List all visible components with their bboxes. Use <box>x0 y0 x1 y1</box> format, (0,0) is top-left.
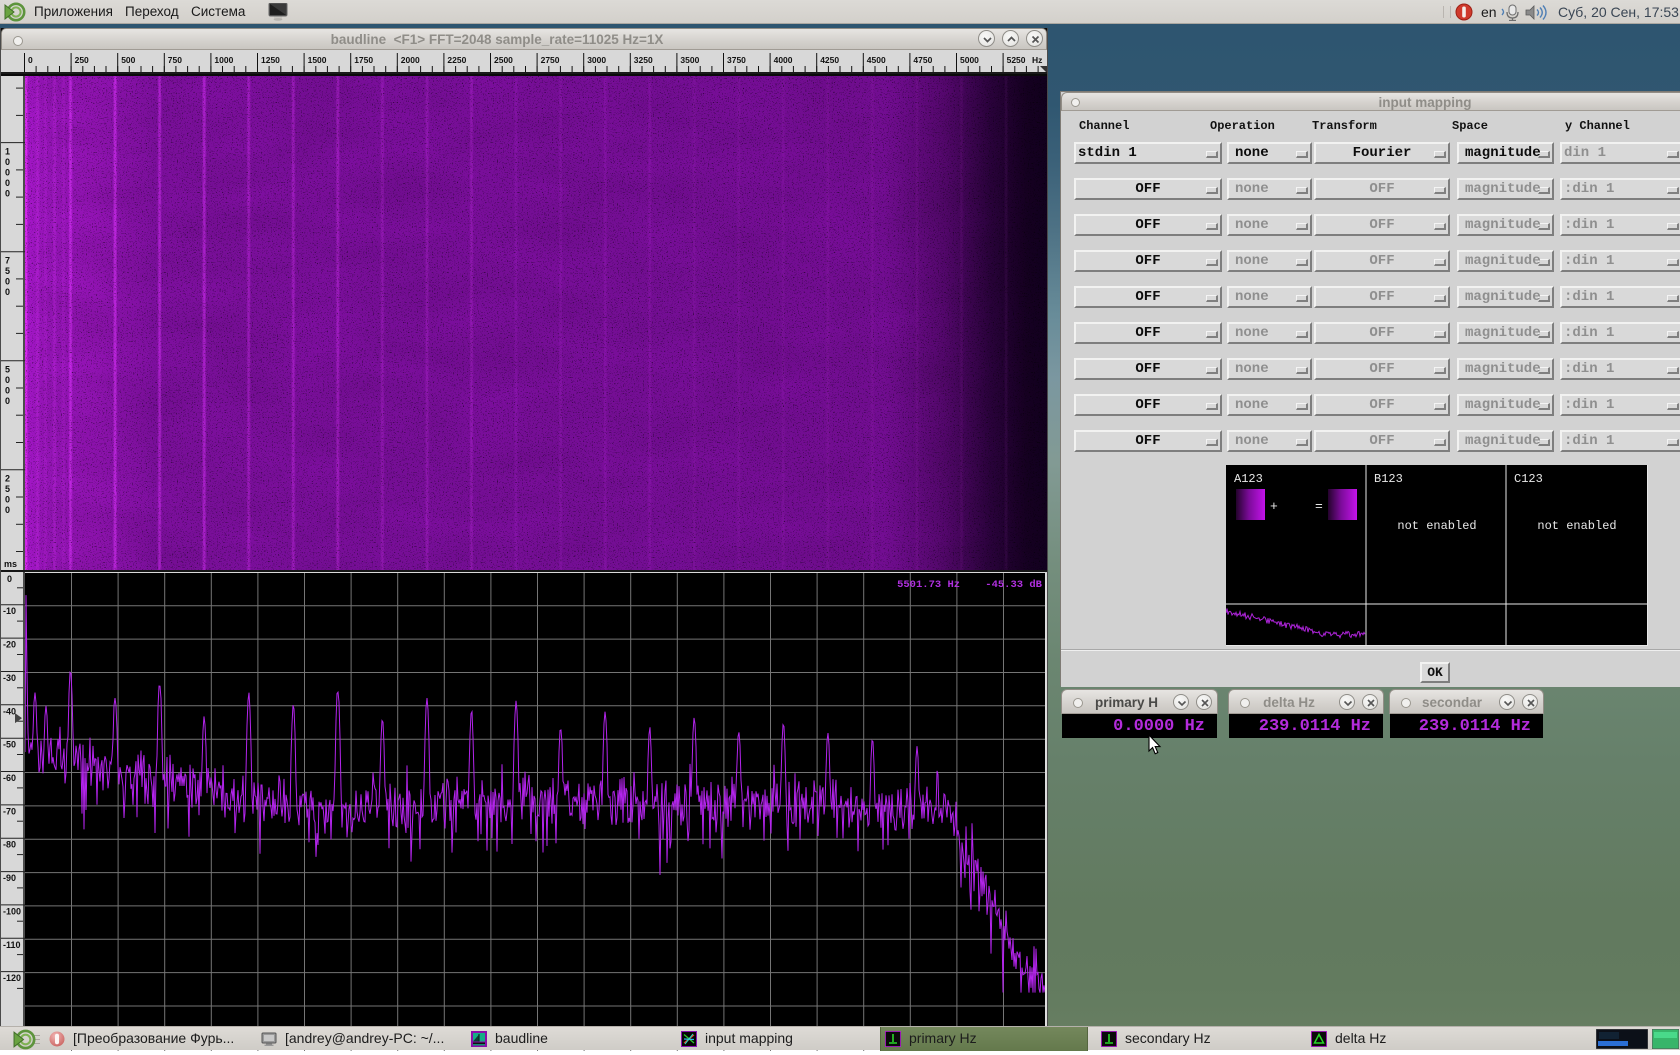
svg-text:3500: 3500 <box>680 55 699 65</box>
svg-text:0: 0 <box>5 386 10 396</box>
svg-text:not enabled: not enabled <box>1397 519 1476 533</box>
svg-text:3000: 3000 <box>587 55 606 65</box>
svg-text:0: 0 <box>5 178 10 188</box>
svg-text:0: 0 <box>5 375 10 385</box>
svg-text:0: 0 <box>5 168 10 178</box>
svg-text:-50: -50 <box>3 740 16 750</box>
svg-text:-10: -10 <box>3 606 16 616</box>
svg-text:5: 5 <box>5 484 10 494</box>
svg-text:-100: -100 <box>3 906 21 916</box>
svg-text:4250: 4250 <box>820 55 839 65</box>
svg-text:1000: 1000 <box>214 55 233 65</box>
svg-text:-80: -80 <box>3 840 16 850</box>
svg-text:0: 0 <box>5 277 10 287</box>
svg-text:-40: -40 <box>3 706 16 716</box>
svg-text:5: 5 <box>5 266 10 276</box>
svg-text:250: 250 <box>75 55 89 65</box>
svg-text:Hz: Hz <box>1032 55 1042 65</box>
svg-text:-70: -70 <box>3 806 16 816</box>
svg-text:1750: 1750 <box>354 55 373 65</box>
svg-text:500: 500 <box>121 55 135 65</box>
svg-text:0: 0 <box>5 189 10 199</box>
svg-text:5: 5 <box>5 365 10 375</box>
svg-text:5250: 5250 <box>1007 55 1026 65</box>
svg-text:-120: -120 <box>3 973 21 983</box>
svg-text:0: 0 <box>5 287 10 297</box>
svg-text:0: 0 <box>28 55 33 65</box>
svg-text:1: 1 <box>5 147 10 157</box>
svg-text:4750: 4750 <box>913 55 932 65</box>
svg-text:0: 0 <box>5 505 10 515</box>
svg-text:0: 0 <box>5 157 10 167</box>
svg-text:2000: 2000 <box>401 55 420 65</box>
svg-text:=: = <box>1315 499 1323 514</box>
svg-text:0: 0 <box>7 574 12 584</box>
svg-text:3250: 3250 <box>634 55 653 65</box>
svg-text:-60: -60 <box>3 773 16 783</box>
svg-text:ms: ms <box>4 559 17 569</box>
svg-text:0: 0 <box>5 495 10 505</box>
svg-text:2: 2 <box>5 474 10 484</box>
svg-text:+: + <box>1270 499 1278 514</box>
svg-text:3750: 3750 <box>727 55 746 65</box>
svg-text:5000: 5000 <box>960 55 979 65</box>
svg-text:4000: 4000 <box>774 55 793 65</box>
svg-text:1500: 1500 <box>308 55 327 65</box>
svg-text:4500: 4500 <box>867 55 886 65</box>
svg-text:-20: -20 <box>3 640 16 650</box>
svg-text:-90: -90 <box>3 873 16 883</box>
svg-text:7: 7 <box>5 256 10 266</box>
svg-text:not enabled: not enabled <box>1537 519 1616 533</box>
svg-text:2250: 2250 <box>447 55 466 65</box>
svg-text:1250: 1250 <box>261 55 280 65</box>
svg-text:750: 750 <box>168 55 182 65</box>
svg-text:2750: 2750 <box>541 55 560 65</box>
svg-text:2500: 2500 <box>494 55 513 65</box>
svg-text:0: 0 <box>5 396 10 406</box>
svg-text:-110: -110 <box>3 940 21 950</box>
svg-text:-30: -30 <box>3 673 16 683</box>
